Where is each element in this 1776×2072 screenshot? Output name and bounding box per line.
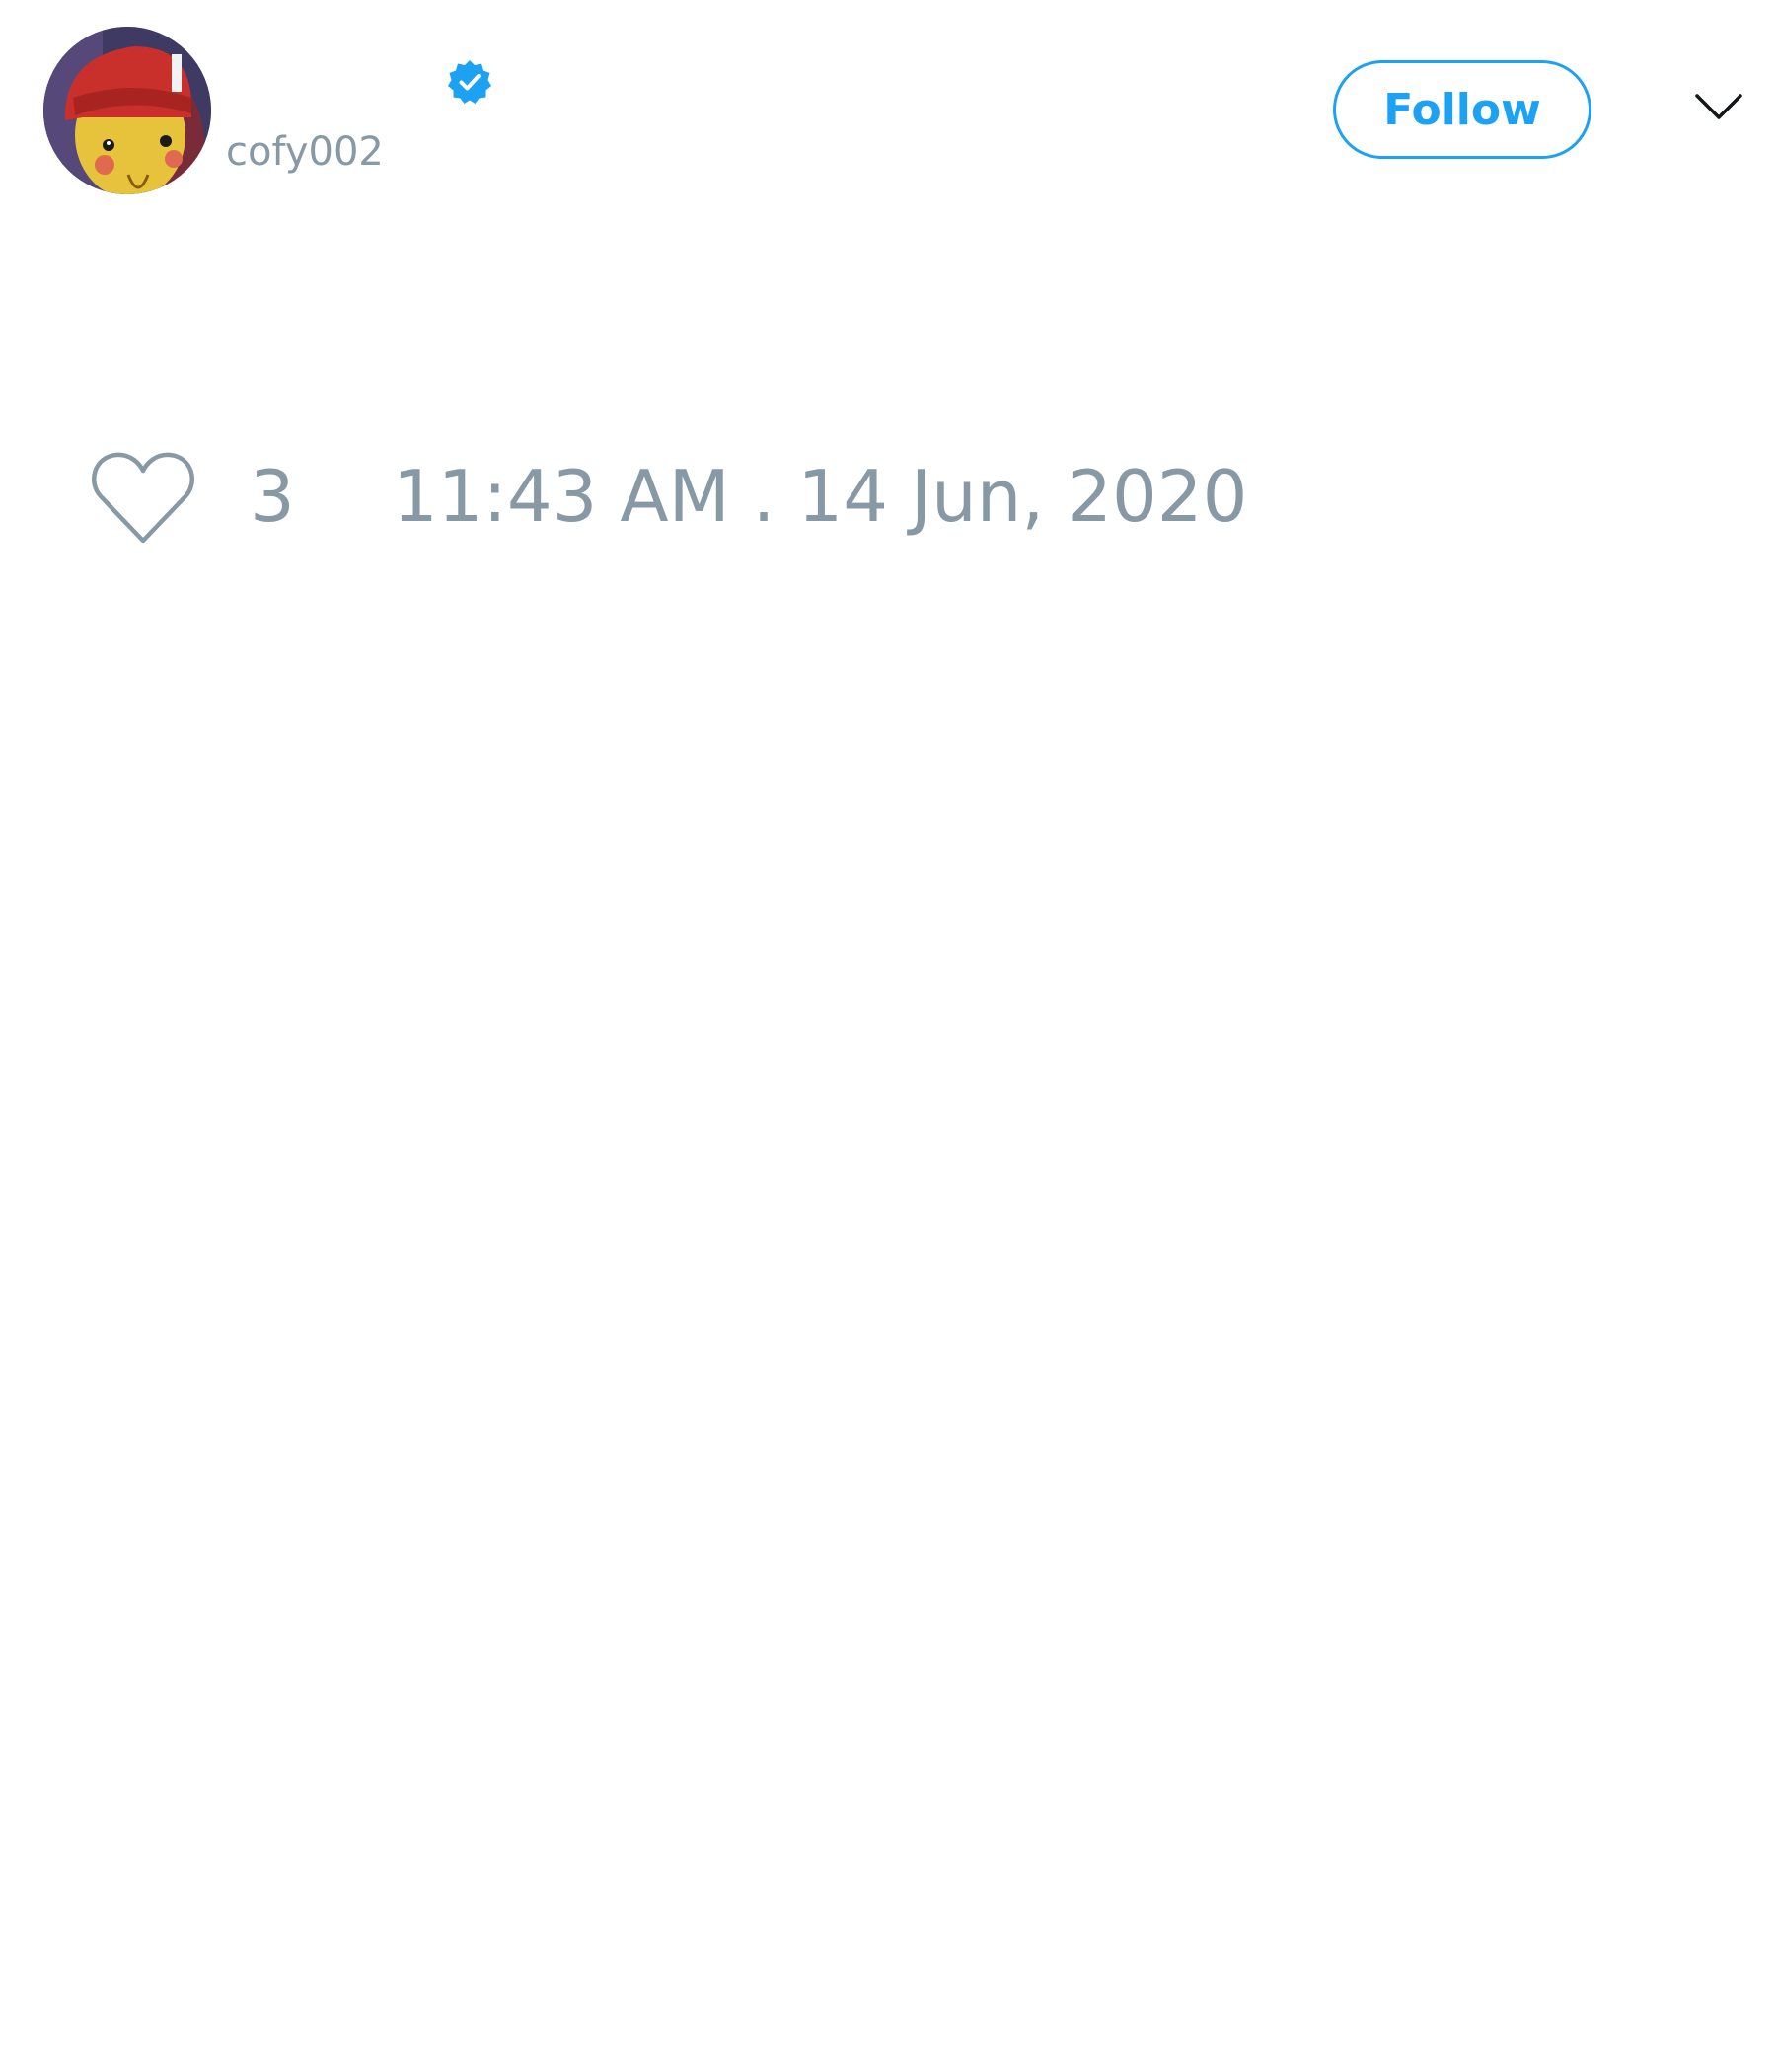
avatar[interactable] <box>43 27 211 194</box>
tweet-card: cofy002 Follow 3 11:43 AM . 14 Jun, 2020 <box>0 0 1776 2072</box>
handle[interactable]: cofy002 <box>226 126 384 178</box>
timestamp[interactable]: 11:43 AM . 14 Jun, 2020 <box>393 452 1247 541</box>
heart-icon[interactable] <box>89 449 197 548</box>
like-count: 3 <box>250 455 295 538</box>
chevron-down-icon[interactable] <box>1693 90 1744 123</box>
verified-badge-icon <box>446 58 493 106</box>
avatar-image <box>43 27 211 194</box>
follow-button[interactable]: Follow <box>1333 60 1591 159</box>
